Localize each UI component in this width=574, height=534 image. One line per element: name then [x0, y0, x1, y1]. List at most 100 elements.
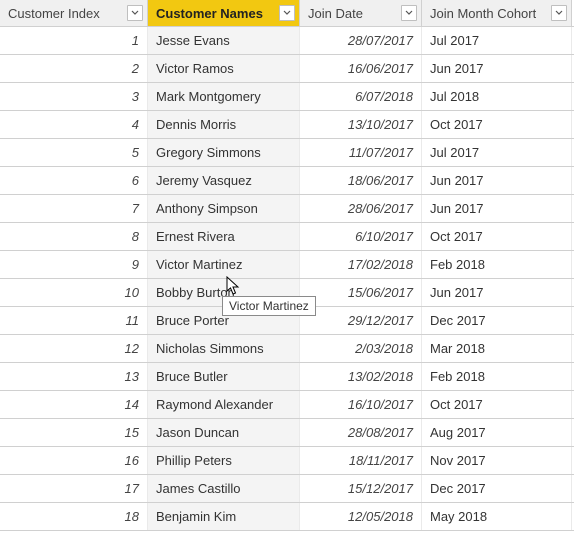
cell-customer-index[interactable]: 11: [0, 307, 148, 334]
cell-customer-index[interactable]: 6: [0, 167, 148, 194]
chevron-down-icon[interactable]: [551, 5, 567, 21]
cell-join-month-cohort[interactable]: Aug 2017: [422, 419, 572, 446]
cell-customer-name[interactable]: Nicholas Simmons: [148, 335, 300, 362]
table-row[interactable]: 8Ernest Rivera6/10/2017Oct 2017: [0, 223, 574, 251]
cell-customer-name[interactable]: Bobby Burton: [148, 279, 300, 306]
header-label: Join Month Cohort: [430, 6, 536, 21]
table-row[interactable]: 10Bobby Burton15/06/2017Jun 2017: [0, 279, 574, 307]
cell-join-month-cohort[interactable]: Oct 2017: [422, 223, 572, 250]
cell-customer-index[interactable]: 13: [0, 363, 148, 390]
table-row[interactable]: 18Benjamin Kim12/05/2018May 2018: [0, 503, 574, 531]
cell-join-date[interactable]: 13/10/2017: [300, 111, 422, 138]
cell-customer-index[interactable]: 7: [0, 195, 148, 222]
cell-join-date[interactable]: 18/06/2017: [300, 167, 422, 194]
cell-join-date[interactable]: 11/07/2017: [300, 139, 422, 166]
cell-customer-name[interactable]: Victor Ramos: [148, 55, 300, 82]
table-row[interactable]: 11Bruce Porter29/12/2017Dec 2017: [0, 307, 574, 335]
cell-join-month-cohort[interactable]: Mar 2018: [422, 335, 572, 362]
cell-customer-name[interactable]: Anthony Simpson: [148, 195, 300, 222]
header-join-month-cohort[interactable]: Join Month Cohort: [422, 0, 572, 26]
cell-customer-index[interactable]: 16: [0, 447, 148, 474]
header-join-date[interactable]: Join Date: [300, 0, 422, 26]
cell-customer-name[interactable]: Gregory Simmons: [148, 139, 300, 166]
cell-customer-name[interactable]: Phillip Peters: [148, 447, 300, 474]
table-row[interactable]: 3Mark Montgomery6/07/2018Jul 2018: [0, 83, 574, 111]
cell-join-month-cohort[interactable]: Nov 2017: [422, 447, 572, 474]
cell-customer-name[interactable]: Bruce Porter: [148, 307, 300, 334]
chevron-down-icon[interactable]: [127, 5, 143, 21]
header-customer-names[interactable]: Customer Names: [148, 0, 300, 26]
table-row[interactable]: 6Jeremy Vasquez18/06/2017Jun 2017: [0, 167, 574, 195]
cell-customer-name[interactable]: Mark Montgomery: [148, 83, 300, 110]
cell-customer-name[interactable]: Dennis Morris: [148, 111, 300, 138]
cell-join-date[interactable]: 13/02/2018: [300, 363, 422, 390]
cell-join-date[interactable]: 28/08/2017: [300, 419, 422, 446]
cell-join-date[interactable]: 16/10/2017: [300, 391, 422, 418]
cell-customer-name[interactable]: Jesse Evans: [148, 27, 300, 54]
chevron-down-icon[interactable]: [279, 5, 295, 21]
cell-join-month-cohort[interactable]: Jun 2017: [422, 195, 572, 222]
table-row[interactable]: 7Anthony Simpson28/06/2017Jun 2017: [0, 195, 574, 223]
cell-customer-name[interactable]: Ernest Rivera: [148, 223, 300, 250]
cell-customer-name[interactable]: Benjamin Kim: [148, 503, 300, 530]
cell-customer-name[interactable]: James Castillo: [148, 475, 300, 502]
data-table: Customer Index Customer Names Join Date …: [0, 0, 574, 531]
cell-join-month-cohort[interactable]: Dec 2017: [422, 307, 572, 334]
table-row[interactable]: 17James Castillo15/12/2017Dec 2017: [0, 475, 574, 503]
cell-customer-index[interactable]: 3: [0, 83, 148, 110]
cell-customer-index[interactable]: 15: [0, 419, 148, 446]
cell-join-date[interactable]: 28/06/2017: [300, 195, 422, 222]
cell-customer-name[interactable]: Bruce Butler: [148, 363, 300, 390]
table-row[interactable]: 2Victor Ramos16/06/2017Jun 2017: [0, 55, 574, 83]
cell-customer-index[interactable]: 17: [0, 475, 148, 502]
cell-customer-index[interactable]: 4: [0, 111, 148, 138]
table-row[interactable]: 1Jesse Evans28/07/2017Jul 2017: [0, 27, 574, 55]
table-row[interactable]: 5Gregory Simmons11/07/2017Jul 2017: [0, 139, 574, 167]
cell-customer-name[interactable]: Raymond Alexander: [148, 391, 300, 418]
cell-join-month-cohort[interactable]: Feb 2018: [422, 363, 572, 390]
cell-join-month-cohort[interactable]: Feb 2018: [422, 251, 572, 278]
table-row[interactable]: 4Dennis Morris13/10/2017Oct 2017: [0, 111, 574, 139]
cell-join-month-cohort[interactable]: May 2018: [422, 503, 572, 530]
cell-join-month-cohort[interactable]: Jun 2017: [422, 279, 572, 306]
table-row[interactable]: 9Victor Martinez17/02/2018Feb 2018: [0, 251, 574, 279]
chevron-down-icon[interactable]: [401, 5, 417, 21]
cell-join-date[interactable]: 28/07/2017: [300, 27, 422, 54]
cell-customer-index[interactable]: 5: [0, 139, 148, 166]
table-row[interactable]: 15Jason Duncan28/08/2017Aug 2017: [0, 419, 574, 447]
cell-join-month-cohort[interactable]: Oct 2017: [422, 391, 572, 418]
table-row[interactable]: 14Raymond Alexander16/10/2017Oct 2017: [0, 391, 574, 419]
cell-join-month-cohort[interactable]: Dec 2017: [422, 475, 572, 502]
cell-customer-index[interactable]: 14: [0, 391, 148, 418]
cell-join-date[interactable]: 12/05/2018: [300, 503, 422, 530]
cell-customer-index[interactable]: 8: [0, 223, 148, 250]
cell-join-date[interactable]: 15/12/2017: [300, 475, 422, 502]
cell-join-month-cohort[interactable]: Oct 2017: [422, 111, 572, 138]
cell-customer-index[interactable]: 1: [0, 27, 148, 54]
cell-customer-name[interactable]: Jeremy Vasquez: [148, 167, 300, 194]
cell-customer-index[interactable]: 9: [0, 251, 148, 278]
cell-customer-index[interactable]: 18: [0, 503, 148, 530]
cell-join-date[interactable]: 17/02/2018: [300, 251, 422, 278]
table-row[interactable]: 16Phillip Peters18/11/2017Nov 2017: [0, 447, 574, 475]
cell-join-date[interactable]: 2/03/2018: [300, 335, 422, 362]
cell-join-month-cohort[interactable]: Jun 2017: [422, 167, 572, 194]
cell-customer-name[interactable]: Victor Martinez: [148, 251, 300, 278]
table-row[interactable]: 13Bruce Butler13/02/2018Feb 2018: [0, 363, 574, 391]
cell-join-date[interactable]: 18/11/2017: [300, 447, 422, 474]
cell-join-date[interactable]: 29/12/2017: [300, 307, 422, 334]
cell-join-month-cohort[interactable]: Jul 2017: [422, 139, 572, 166]
cell-join-month-cohort[interactable]: Jun 2017: [422, 55, 572, 82]
cell-join-date[interactable]: 16/06/2017: [300, 55, 422, 82]
cell-customer-index[interactable]: 12: [0, 335, 148, 362]
header-customer-index[interactable]: Customer Index: [0, 0, 148, 26]
cell-join-date[interactable]: 6/10/2017: [300, 223, 422, 250]
cell-join-month-cohort[interactable]: Jul 2017: [422, 27, 572, 54]
cell-customer-index[interactable]: 2: [0, 55, 148, 82]
cell-customer-index[interactable]: 10: [0, 279, 148, 306]
cell-join-date[interactable]: 15/06/2017: [300, 279, 422, 306]
cell-join-month-cohort[interactable]: Jul 2018: [422, 83, 572, 110]
cell-join-date[interactable]: 6/07/2018: [300, 83, 422, 110]
cell-customer-name[interactable]: Jason Duncan: [148, 419, 300, 446]
table-row[interactable]: 12Nicholas Simmons2/03/2018Mar 2018: [0, 335, 574, 363]
